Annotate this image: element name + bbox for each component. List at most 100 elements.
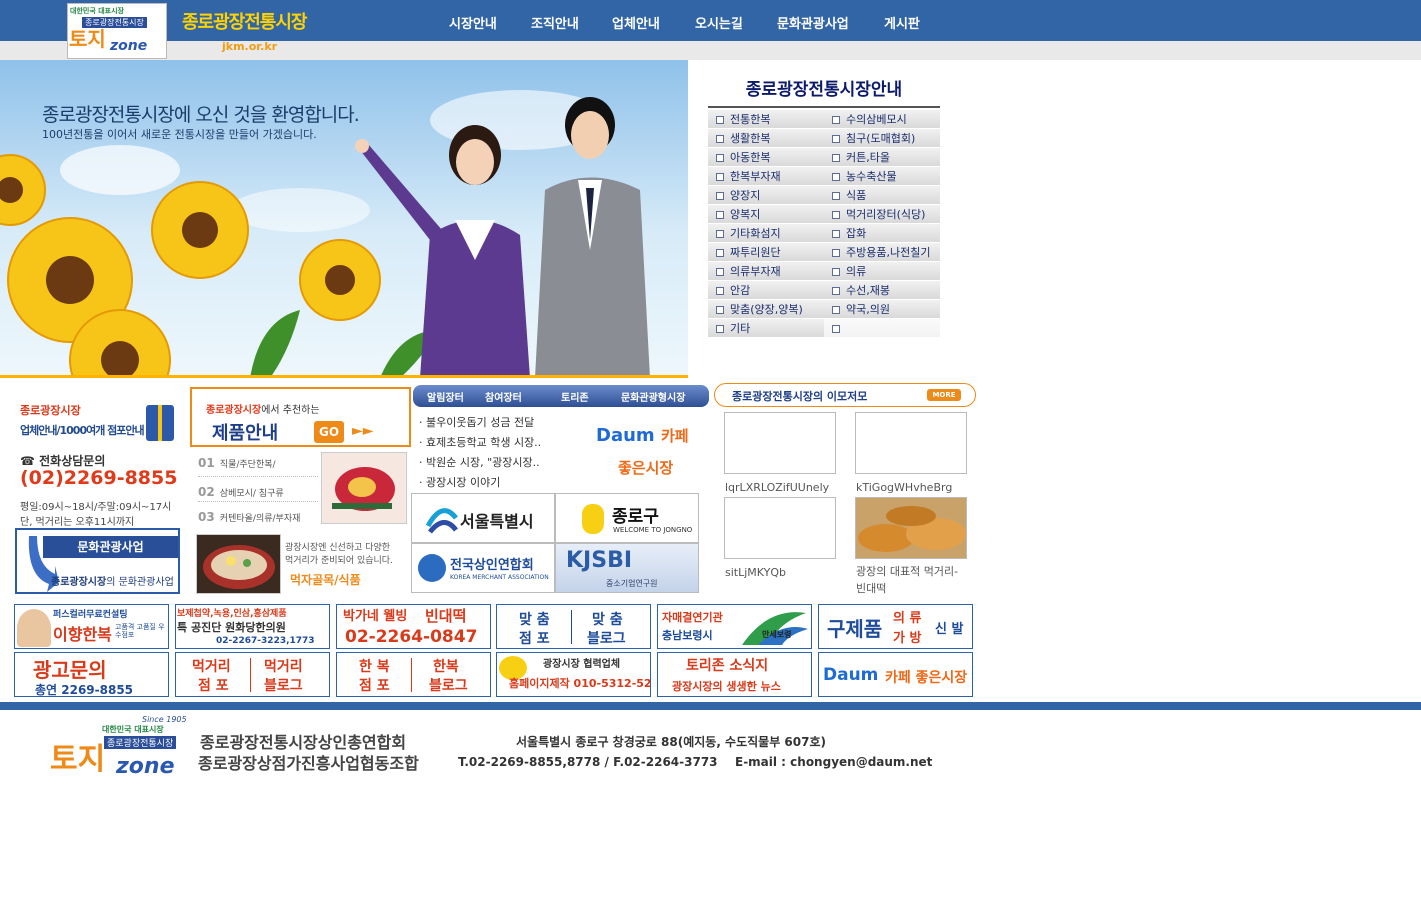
- category-link[interactable]: 침구(도매협회): [824, 129, 940, 148]
- tab-participation[interactable]: 참여장터: [485, 389, 522, 404]
- daum-cafe-link[interactable]: Daum 카페 좋은시장: [590, 415, 690, 487]
- banner-wonhwadang[interactable]: 보제첩약,녹용,인삼,홍삼제품 특 공진단 원화당한의원 02-2267-322…: [175, 604, 330, 649]
- go-button[interactable]: GO: [314, 421, 344, 443]
- category-link[interactable]: 안감: [708, 281, 824, 300]
- banner-custom-shop[interactable]: 맞 춤 점 포 맞 춤 블로그: [496, 604, 651, 649]
- gallery-thumb[interactable]: [724, 497, 836, 559]
- category-link[interactable]: 생활한복: [708, 129, 824, 148]
- category-link[interactable]: 커튼,타올: [824, 148, 940, 167]
- category-link[interactable]: 수의삼베모시: [824, 110, 940, 129]
- category-link[interactable]: 기타: [708, 319, 824, 338]
- category-link[interactable]: 의류: [824, 262, 940, 281]
- partner-kjsbi-sub: 중소기업연구원: [606, 579, 658, 588]
- banner-boryeong[interactable]: 자매결연기관 충남보령시 만세보령: [657, 604, 812, 649]
- banner-used-goods[interactable]: 구제품 의 류 가 방 신 발: [818, 604, 973, 649]
- business-info-box[interactable]: 종로광장시장 업체안내/1000여개 점포안내 ☎ 전화상담문의 (02)226…: [13, 400, 183, 528]
- merchant-assoc-icon: [418, 554, 446, 582]
- partner-seoul[interactable]: 서울특별시: [411, 493, 555, 543]
- category-link[interactable]: 의류부자재: [708, 262, 824, 281]
- category-link[interactable]: 짜투리원단: [708, 243, 824, 262]
- recommend-title: 제품안내: [212, 423, 279, 444]
- banner-ihyang-hanbok[interactable]: 퍼스컬러무료컨설팅 이향한복 고품격 고품질 우수점포: [14, 604, 169, 649]
- category-link[interactable]: 농수축산물: [824, 167, 940, 186]
- banner-text: 광장시장 협력업체: [543, 659, 621, 670]
- product-item[interactable]: 02 삼베모시/ 침구류: [198, 477, 318, 502]
- gallery-caption[interactable]: kTiGogWHvheBrg: [856, 481, 952, 494]
- banner-torizone-news[interactable]: 토리존 소식지 광장시장의 생생한 뉴스: [657, 652, 812, 697]
- category-link[interactable]: 기타화섬지: [708, 224, 824, 243]
- partner-merchant-assoc[interactable]: 전국상인연합회 KOREA MERCHANT ASSOCIATION: [411, 543, 555, 593]
- recommend-market: 종로광장시장: [206, 405, 262, 416]
- notice-item[interactable]: · 박원순 시장, "광장시장..: [419, 453, 589, 473]
- banner-text: 광고문의: [33, 658, 107, 682]
- banner-food-shop[interactable]: 먹거리 점 포 먹거리 블로그: [175, 652, 330, 697]
- gallery-thumb[interactable]: [724, 412, 836, 474]
- more-button[interactable]: MORE: [927, 389, 961, 401]
- nav-directions[interactable]: 오시는길: [695, 13, 743, 32]
- partner-kjsbi-name: KJSBI: [566, 548, 633, 573]
- product-item[interactable]: 01 직물/주단한복/: [198, 452, 318, 477]
- category-link[interactable]: 양복지: [708, 205, 824, 224]
- partner-jongno[interactable]: 종로구 WELCOME TO JONGNO: [555, 493, 699, 543]
- gallery-thumb[interactable]: [855, 412, 967, 474]
- product-label: 커텐타올/의류/부자재: [219, 514, 301, 524]
- culture-sub: 종로광장시장의 문화관광사업: [51, 573, 174, 588]
- nav-organization[interactable]: 조직안내: [531, 13, 579, 32]
- banner-homepage-partner[interactable]: 광장시장 협력업체 홈페이지제작 010-5312-5267: [496, 652, 651, 697]
- product-recommend-box[interactable]: 종로광장시장에서 추천하는 제품안내 GO ►►: [190, 387, 411, 447]
- gallery-caption[interactable]: sitLjMKYQb: [725, 566, 786, 579]
- category-link[interactable]: 먹거리장터(식당): [824, 205, 940, 224]
- category-link[interactable]: 잡화: [824, 224, 940, 243]
- notice-item[interactable]: · 불우이웃돕기 성금 전달: [419, 413, 589, 433]
- gallery-thumb-pancake[interactable]: [855, 497, 967, 559]
- category-link[interactable]: 주방용품,나전칠기: [824, 243, 940, 262]
- tab-torizone[interactable]: 토리존: [561, 389, 589, 404]
- banner-daum-cafe[interactable]: Daum 카페 좋은시장: [818, 652, 973, 697]
- nav-market-info[interactable]: 시장안내: [449, 13, 497, 32]
- category-link[interactable]: 아동한복: [708, 148, 824, 167]
- banner-hanbok-shop[interactable]: 한 복 점 포 한복 블로그: [336, 652, 491, 697]
- category-link[interactable]: 약국,의원: [824, 300, 940, 319]
- gallery-caption[interactable]: 광장의 대표적 먹거리- 빈대떡: [856, 563, 966, 597]
- footer-since: Since 1905: [142, 715, 187, 724]
- banner-text: 고품격 고품질 우수점포: [115, 623, 165, 639]
- tab-culture-market[interactable]: 문화관광형시장: [621, 389, 685, 404]
- footer-org-2: 종로광장상점가진흥사업협동조합: [198, 754, 419, 773]
- banner-ad-inquiry[interactable]: 광고문의 총연 2269-8855: [14, 652, 169, 697]
- nav-business[interactable]: 업체안내: [612, 13, 660, 32]
- banner-text: 만세보령: [762, 630, 792, 639]
- food-photo[interactable]: [196, 534, 281, 594]
- category-link[interactable]: 수선,재봉: [824, 281, 940, 300]
- culture-tourism-banner[interactable]: 문화관광사업 종로광장시장의 문화관광사업: [15, 528, 180, 594]
- product-item[interactable]: 03 커텐타올/의류/부자재: [198, 502, 318, 527]
- product-photo[interactable]: [321, 452, 407, 524]
- tab-notice-market[interactable]: 알림장터: [427, 389, 464, 404]
- category-link[interactable]: 식품: [824, 186, 940, 205]
- site-title[interactable]: 종로광장전통시장: [182, 8, 307, 34]
- culture-title: 문화관광사업: [43, 536, 178, 558]
- notice-item[interactable]: · 광장시장 이야기: [419, 473, 589, 493]
- category-link[interactable]: 양장지: [708, 186, 824, 205]
- category-link[interactable]: 한복부자재: [708, 167, 824, 186]
- notice-item[interactable]: · 효제초등학교 학생 시장..: [419, 433, 589, 453]
- gallery-caption[interactable]: lqrLXRLOZifUUnely: [725, 481, 829, 494]
- site-logo[interactable]: 대한민국 대표시장 종로광장전통시장 토지 zone: [67, 3, 167, 59]
- biz-subtitle: 업체안내/1000여개 점포안내: [20, 424, 145, 437]
- market-info-title: 종로광장전통시장안내: [708, 70, 940, 108]
- food-link[interactable]: 먹자골목/식품: [290, 571, 361, 588]
- market-info-left-column: 전통한복 생활한복 아동한복 한복부자재 양장지 양복지 기타화섬지 짜투리원단…: [708, 110, 824, 338]
- banner-text: 광장시장의 생생한 뉴스: [672, 680, 781, 693]
- food-description: 광장시장엔 신선하고 다양한 먹거리가 준비되어 있습니다.: [285, 542, 393, 568]
- phone-number: (02)2269-8855: [20, 467, 178, 489]
- pancake-image: [858, 506, 966, 552]
- category-link[interactable]: 전통한복: [708, 110, 824, 129]
- nav-board[interactable]: 게시판: [884, 13, 920, 32]
- footer-email[interactable]: E-mail : chongyen@daum.net: [735, 755, 932, 769]
- banner-text: 카페 좋은시장: [885, 670, 968, 686]
- category-link[interactable]: 맞춤(양장,양복): [708, 300, 824, 319]
- banner-bak-bindaetteok[interactable]: 박가네 웰빙 빈대떡 02-2264-0847: [336, 604, 491, 649]
- partner-kjsbi[interactable]: KJSBI 중소기업연구원: [555, 543, 699, 593]
- nav-culture-tourism[interactable]: 문화관광사업: [777, 13, 849, 32]
- banner-text: 의 류: [893, 611, 922, 626]
- banner-divider: [250, 658, 251, 692]
